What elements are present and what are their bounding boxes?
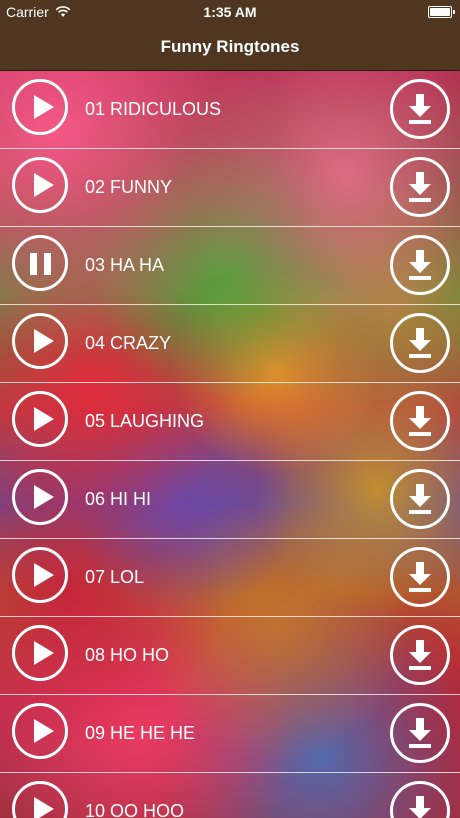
play-icon — [34, 719, 54, 743]
play-button[interactable] — [12, 547, 68, 603]
download-button[interactable] — [390, 235, 450, 295]
status-time: 1:35 AM — [203, 4, 257, 20]
ringtone-title: 03 HA HA — [85, 255, 165, 275]
list-item[interactable]: 07 LOL — [0, 539, 460, 617]
download-button[interactable] — [390, 625, 450, 685]
battery-icon — [428, 6, 455, 18]
download-icon — [409, 250, 431, 280]
list-item[interactable]: 08 HO HO — [0, 617, 460, 695]
ringtone-title: 09 HE HE HE — [85, 723, 196, 743]
play-icon — [34, 641, 54, 665]
ringtone-title: 05 LAUGHING — [85, 411, 205, 431]
download-button[interactable] — [390, 703, 450, 763]
play-icon — [34, 173, 54, 197]
list-item[interactable]: 09 HE HE HE — [0, 695, 460, 773]
download-icon — [409, 640, 431, 670]
ringtone-title: 02 FUNNY — [85, 177, 173, 197]
list-item[interactable]: 02 FUNNY — [0, 149, 460, 227]
download-icon — [409, 328, 431, 358]
download-icon — [409, 562, 431, 592]
download-icon — [409, 796, 431, 818]
download-icon — [409, 718, 431, 748]
download-icon — [409, 484, 431, 514]
list-item[interactable]: 06 HI HI — [0, 461, 460, 539]
play-button[interactable] — [12, 313, 68, 369]
status-bar: Carrier 1:35 AM — [0, 0, 460, 24]
play-icon — [34, 563, 54, 587]
play-icon — [34, 95, 54, 119]
pause-button[interactable] — [12, 235, 68, 291]
play-button[interactable] — [12, 469, 68, 525]
download-button[interactable] — [390, 313, 450, 373]
download-button[interactable] — [390, 469, 450, 529]
ringtone-list[interactable]: 01 RIDICULOUS 02 FUNNY 03 HA HA 04 CRAZY 05 … — [0, 71, 460, 818]
download-button[interactable] — [390, 547, 450, 607]
list-item[interactable]: 05 LAUGHING — [0, 383, 460, 461]
play-button[interactable] — [12, 625, 68, 681]
list-item[interactable]: 01 RIDICULOUS — [0, 71, 460, 149]
play-button[interactable] — [12, 781, 68, 818]
ringtone-title: 08 HO HO — [85, 645, 170, 665]
page-title: Funny Ringtones — [160, 37, 300, 56]
play-button[interactable] — [12, 391, 68, 447]
play-button[interactable] — [12, 157, 68, 213]
download-button[interactable] — [390, 157, 450, 217]
play-icon — [34, 407, 54, 431]
ringtone-title: 06 HI HI — [85, 489, 152, 509]
download-icon — [409, 406, 431, 436]
play-icon — [34, 797, 54, 818]
download-icon — [409, 94, 431, 124]
list-item[interactable]: 10 OO HOO — [0, 773, 460, 818]
download-button[interactable] — [390, 781, 450, 818]
download-button[interactable] — [390, 79, 450, 139]
navigation-bar: Funny Ringtones — [0, 24, 460, 71]
list-item[interactable]: 03 HA HA — [0, 227, 460, 305]
ringtone-title: 10 OO HOO — [85, 801, 185, 818]
list-item[interactable]: 04 CRAZY — [0, 305, 460, 383]
play-icon — [34, 329, 54, 353]
play-button[interactable] — [12, 703, 68, 759]
ringtone-title: 07 LOL — [85, 567, 145, 587]
ringtone-title: 01 RIDICULOUS — [85, 99, 222, 119]
ringtone-title: 04 CRAZY — [85, 333, 172, 353]
download-button[interactable] — [390, 391, 450, 451]
play-icon — [34, 485, 54, 509]
play-button[interactable] — [12, 79, 68, 135]
download-icon — [409, 172, 431, 202]
